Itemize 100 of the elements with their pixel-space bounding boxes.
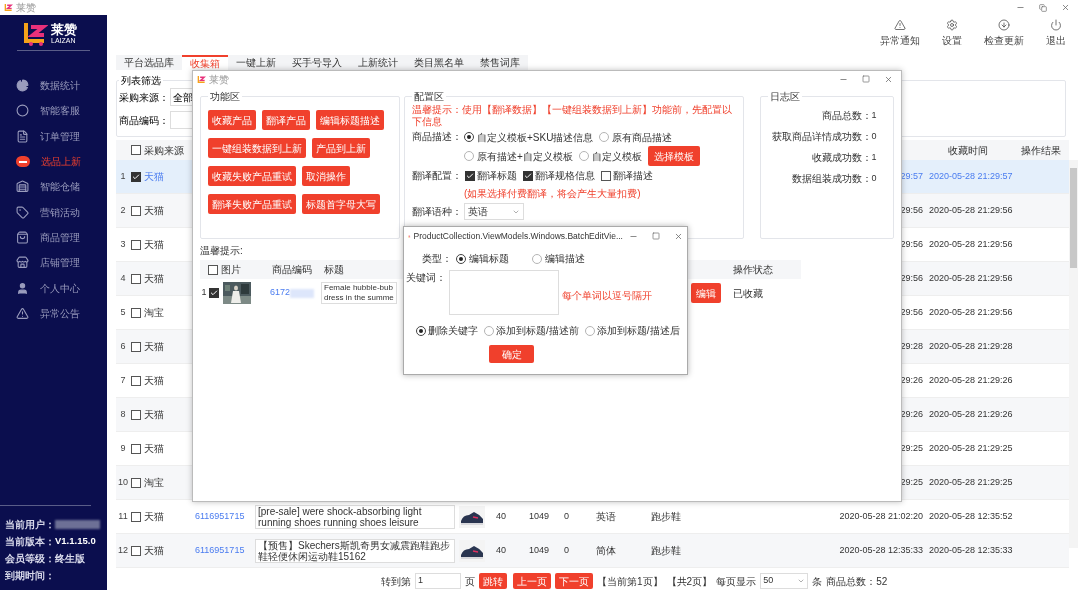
log-value: 1 xyxy=(871,150,877,164)
keyword-input[interactable] xyxy=(449,270,559,315)
tab[interactable]: 收集箱 xyxy=(182,55,228,70)
radio-button[interactable] xyxy=(599,132,610,142)
jump-button[interactable]: 跳转 xyxy=(479,573,507,589)
log-label: 获取商品详情成功数： xyxy=(770,130,872,144)
checkbox[interactable] xyxy=(465,170,475,181)
field-label: 商品编码： xyxy=(119,113,169,128)
page-input[interactable]: 1 xyxy=(415,573,461,589)
tip-label: 温馨提示: xyxy=(200,245,243,256)
checkbox[interactable] xyxy=(131,307,141,318)
tab[interactable]: 上新统计 xyxy=(350,55,406,70)
info-value: 终生版 xyxy=(55,552,85,566)
sidebar-item[interactable]: 个人中心 xyxy=(0,275,107,301)
action-button[interactable]: 翻译失败产品重试 xyxy=(208,194,296,214)
sidebar-item[interactable]: 智能仓储 xyxy=(0,174,107,200)
window-title: ProductCollection.ViewModels.Windows.BatchEditVie... xyxy=(413,229,623,243)
action-button[interactable]: 编辑标题描述 xyxy=(316,110,384,130)
confirm-button[interactable]: 确定 xyxy=(489,345,534,363)
tab[interactable]: 平台选品库 xyxy=(116,55,182,70)
radio-button[interactable] xyxy=(578,151,589,161)
checkbox[interactable] xyxy=(131,545,141,556)
per-page-select[interactable]: 50 xyxy=(760,573,809,589)
link[interactable]: 6116951715 xyxy=(195,544,245,555)
checkbox[interactable] xyxy=(131,375,141,386)
action-button[interactable]: 标题首字母大写 xyxy=(302,194,380,214)
title-field[interactable]: 【预售】Skechers斯凯奇男女减震跑鞋跑步鞋轻便休闲运动鞋15162 xyxy=(255,538,455,563)
radio-button[interactable] xyxy=(464,151,474,161)
sidebar-item[interactable]: 智能客服 xyxy=(0,98,107,124)
option-label: 编辑标题 xyxy=(469,252,509,266)
link[interactable]: 6116951715 xyxy=(195,510,245,521)
title-field[interactable]: Female hubble-bub dress in the summe xyxy=(321,282,397,304)
table-cell: 2020-05-28 21:29:25 xyxy=(929,476,1013,487)
checkbox[interactable] xyxy=(208,264,218,275)
checkbox[interactable] xyxy=(209,288,219,298)
language-select[interactable]: 英语 xyxy=(464,203,524,220)
close-icon[interactable] xyxy=(674,231,683,241)
checkbox[interactable] xyxy=(131,239,141,250)
tab[interactable]: 类目黑名单 xyxy=(406,55,472,70)
toolbar-button[interactable]: 设置 xyxy=(931,19,973,48)
action-button[interactable]: 取消操作 xyxy=(302,166,350,186)
log-value: 0 xyxy=(871,171,877,185)
table-cell: 简体 xyxy=(596,544,616,556)
sidebar-item[interactable]: 商品管理 xyxy=(0,224,107,251)
table-cell: 2020-05-28 21:29:28 xyxy=(929,340,1013,351)
sidebar-item[interactable]: 数据统计 xyxy=(0,73,107,99)
radio-button[interactable] xyxy=(416,325,426,336)
action-button[interactable]: 产品到上新 xyxy=(312,138,370,158)
sidebar-item[interactable]: 异常公告 xyxy=(0,300,107,326)
radio-button[interactable] xyxy=(464,132,474,142)
checkbox[interactable] xyxy=(131,171,141,182)
checkbox[interactable] xyxy=(131,409,141,420)
close-icon[interactable] xyxy=(884,74,893,84)
log-label: 数据组装成功数： xyxy=(790,172,872,186)
table-cell-text: 淘宝 xyxy=(144,306,164,320)
table-cell: 40 xyxy=(496,510,506,521)
row-number: 1 xyxy=(119,169,127,183)
tab[interactable]: 禁售词库 xyxy=(472,55,528,70)
checkbox[interactable] xyxy=(601,170,611,181)
checkbox[interactable] xyxy=(131,511,141,522)
action-button[interactable]: 收藏产品 xyxy=(208,110,256,130)
tab[interactable]: 买手号导入 xyxy=(284,55,350,70)
prev-page-button[interactable]: 上一页 xyxy=(513,573,551,589)
table-cell: 29:26 xyxy=(900,374,923,385)
checkbox[interactable] xyxy=(131,145,141,155)
radio-button[interactable] xyxy=(584,325,595,336)
next-page-button[interactable]: 下一页 xyxy=(555,573,593,589)
checkbox[interactable] xyxy=(523,170,533,181)
link[interactable]: 6172 xyxy=(270,286,290,300)
close-icon[interactable] xyxy=(1061,3,1070,12)
table-cell-text: 天猫 xyxy=(144,374,164,388)
table-cell: 1049 xyxy=(529,510,550,521)
checkbox[interactable] xyxy=(131,273,141,284)
action-button[interactable]: 翻译产品 xyxy=(262,110,310,130)
table-row[interactable]: 12 天猫 6116951715 【预售】Skechers斯凯奇男女减震跑鞋跑步鞋轻便休闲运动鞋15162 40 1049 0 简体 跑步鞋 2020-05-28 12:35:33 2020-05-28 12:35:33 xyxy=(116,534,1069,568)
toolbar-button[interactable]: 检查更新 xyxy=(983,19,1025,48)
tab[interactable]: 一键上新 xyxy=(228,55,284,70)
radio-button[interactable] xyxy=(532,253,542,264)
template-button[interactable]: 选择模板 xyxy=(647,146,700,166)
checkbox[interactable] xyxy=(131,341,141,352)
radio-button[interactable] xyxy=(484,325,494,336)
toolbar-button[interactable]: 退出 xyxy=(1035,19,1077,48)
scrollbar[interactable] xyxy=(1069,160,1078,548)
sidebar-item[interactable]: 店铺管理 xyxy=(0,250,107,276)
checkbox[interactable] xyxy=(131,443,141,454)
checkbox[interactable] xyxy=(131,477,141,488)
radio-button[interactable] xyxy=(456,253,466,264)
table-cell: 2020-05-28 21:29:26 xyxy=(929,374,1013,385)
table-cell-text: 天猫 xyxy=(144,204,164,218)
sidebar-item[interactable]: 营销活动 xyxy=(0,199,107,225)
toolbar-button[interactable]: 异常通知 xyxy=(879,19,921,48)
action-button[interactable]: 收藏失败产品重试 xyxy=(208,166,296,186)
field-label: 商品描述： xyxy=(412,130,462,144)
edit-button[interactable]: 编辑 xyxy=(691,283,721,303)
action-button[interactable]: 一键组装数据到上新 xyxy=(208,138,306,158)
sidebar-item[interactable]: 选品上新 xyxy=(0,148,107,175)
table-cell-text: 天猫 xyxy=(144,544,164,558)
title-field[interactable]: [pre-sale] were shock-absorbing light running shoes running shoes leisure xyxy=(255,504,455,529)
sidebar-item[interactable]: 订单管理 xyxy=(0,123,107,149)
checkbox[interactable] xyxy=(131,205,141,216)
